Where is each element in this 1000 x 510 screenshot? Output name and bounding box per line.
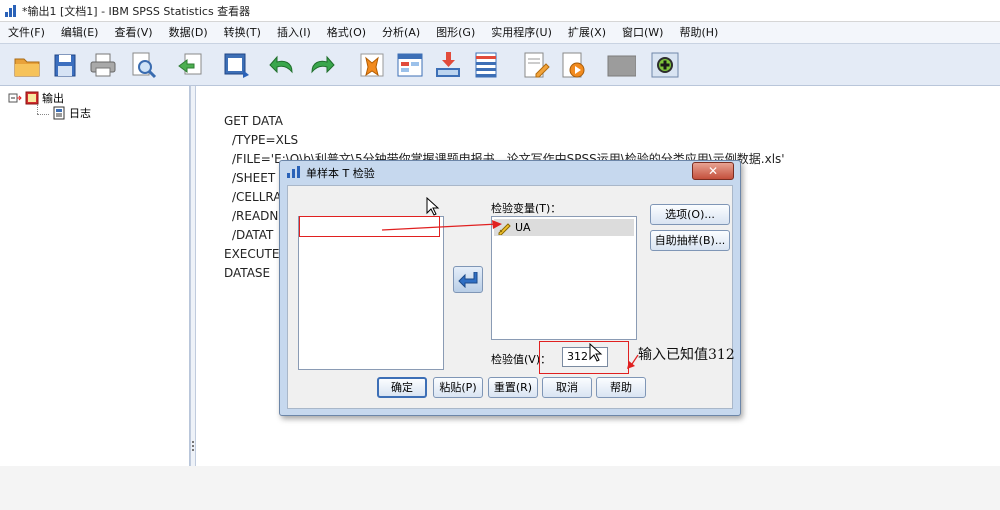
menu-utilities[interactable]: 实用程序(U) bbox=[483, 22, 560, 44]
menu-extensions[interactable]: 扩展(X) bbox=[560, 22, 614, 44]
window-title: *输出1 [文档1] - IBM SPSS Statistics 查看器 bbox=[22, 4, 251, 18]
add-icon[interactable] bbox=[650, 50, 680, 80]
menu-transform[interactable]: 转换(T) bbox=[216, 22, 269, 44]
cancel-button[interactable]: 取消 bbox=[542, 377, 592, 398]
menu-window[interactable]: 窗口(W) bbox=[614, 22, 671, 44]
test-variables-label: 检验变量(T)： bbox=[491, 202, 562, 215]
menu-file[interactable]: 文件(F) bbox=[0, 22, 53, 44]
dialog-app-icon bbox=[287, 166, 300, 178]
one-sample-t-test-dialog: 单样本 T 检验 ✕ 检验变量(T)： UA 选项(O)... 自助抽样(B).… bbox=[279, 160, 741, 416]
menu-view[interactable]: 查看(V) bbox=[106, 22, 160, 44]
new-output-icon[interactable] bbox=[520, 50, 550, 80]
drag-arrow-annotation bbox=[381, 220, 502, 231]
save-icon[interactable] bbox=[50, 50, 80, 80]
outline-log-label: 日志 bbox=[69, 107, 91, 120]
syntax-line: /TYPE=XLS bbox=[232, 133, 299, 147]
menu-data[interactable]: 数据(D) bbox=[161, 22, 216, 44]
status-area bbox=[0, 466, 1000, 510]
menu-format[interactable]: 格式(O) bbox=[319, 22, 374, 44]
help-button[interactable]: 帮助 bbox=[596, 377, 646, 398]
variables-icon[interactable] bbox=[471, 50, 501, 80]
dialog-title-bar[interactable]: 单样本 T 检验 ✕ bbox=[280, 161, 740, 183]
bootstrap-button[interactable]: 自助抽样(B)... bbox=[650, 230, 730, 251]
menu-edit[interactable]: 编辑(E) bbox=[53, 22, 107, 44]
annotation-text: 输入已知值312 bbox=[638, 347, 735, 363]
goto-data-icon[interactable] bbox=[357, 50, 387, 80]
reset-button[interactable]: 重置(R) bbox=[488, 377, 538, 398]
arrow-left-icon bbox=[458, 271, 478, 288]
toolbar bbox=[0, 44, 1000, 86]
print-preview-icon[interactable] bbox=[128, 50, 158, 80]
recall-dialog-icon[interactable] bbox=[222, 50, 252, 80]
outline-log-item[interactable]: 日志 bbox=[52, 105, 91, 121]
move-variable-button[interactable] bbox=[453, 266, 483, 293]
log-icon bbox=[53, 106, 65, 120]
test-value-highlight-box bbox=[539, 341, 629, 374]
print-icon[interactable] bbox=[88, 50, 118, 80]
mouse-cursor-icon bbox=[589, 343, 603, 362]
spss-app-icon bbox=[4, 4, 18, 18]
export-icon[interactable] bbox=[176, 50, 206, 80]
script-icon[interactable] bbox=[558, 50, 588, 80]
test-variable-name: UA bbox=[515, 221, 531, 234]
test-variables-list[interactable]: UA bbox=[491, 216, 637, 340]
outline-root[interactable]: 输出 bbox=[8, 90, 64, 106]
syntax-line: GET DATA bbox=[224, 114, 283, 128]
menu-bar: 文件(F) 编辑(E) 查看(V) 数据(D) 转换(T) 插入(I) 格式(O… bbox=[0, 22, 1000, 44]
options-button[interactable]: 选项(O)... bbox=[650, 204, 730, 225]
collapse-icon[interactable] bbox=[8, 91, 22, 105]
ok-button[interactable]: 确定 bbox=[377, 377, 427, 398]
dialog-title: 单样本 T 检验 bbox=[306, 167, 375, 180]
outline-pane: 输出 日志 bbox=[0, 86, 190, 466]
open-folder-icon[interactable] bbox=[12, 50, 42, 80]
menu-graphs[interactable]: 图形(G) bbox=[428, 22, 483, 44]
output-book-icon bbox=[25, 91, 39, 105]
mouse-cursor-icon bbox=[426, 197, 440, 216]
source-variable-list[interactable] bbox=[298, 216, 444, 370]
undo-icon[interactable] bbox=[268, 50, 298, 80]
menu-insert[interactable]: 插入(I) bbox=[269, 22, 319, 44]
title-bar: *输出1 [文档1] - IBM SPSS Statistics 查看器 bbox=[0, 0, 1000, 22]
menu-help[interactable]: 帮助(H) bbox=[671, 22, 726, 44]
goto-case-icon[interactable] bbox=[395, 50, 425, 80]
outline-root-label: 输出 bbox=[42, 92, 64, 105]
insert-variable-icon[interactable] bbox=[433, 50, 463, 80]
dialog-close-button[interactable]: ✕ bbox=[692, 162, 734, 180]
disabled-icon bbox=[606, 50, 637, 80]
menu-analyze[interactable]: 分析(A) bbox=[374, 22, 428, 44]
test-variable-item[interactable]: UA bbox=[494, 219, 634, 236]
redo-icon[interactable] bbox=[306, 50, 336, 80]
paste-button[interactable]: 粘贴(P) bbox=[433, 377, 483, 398]
